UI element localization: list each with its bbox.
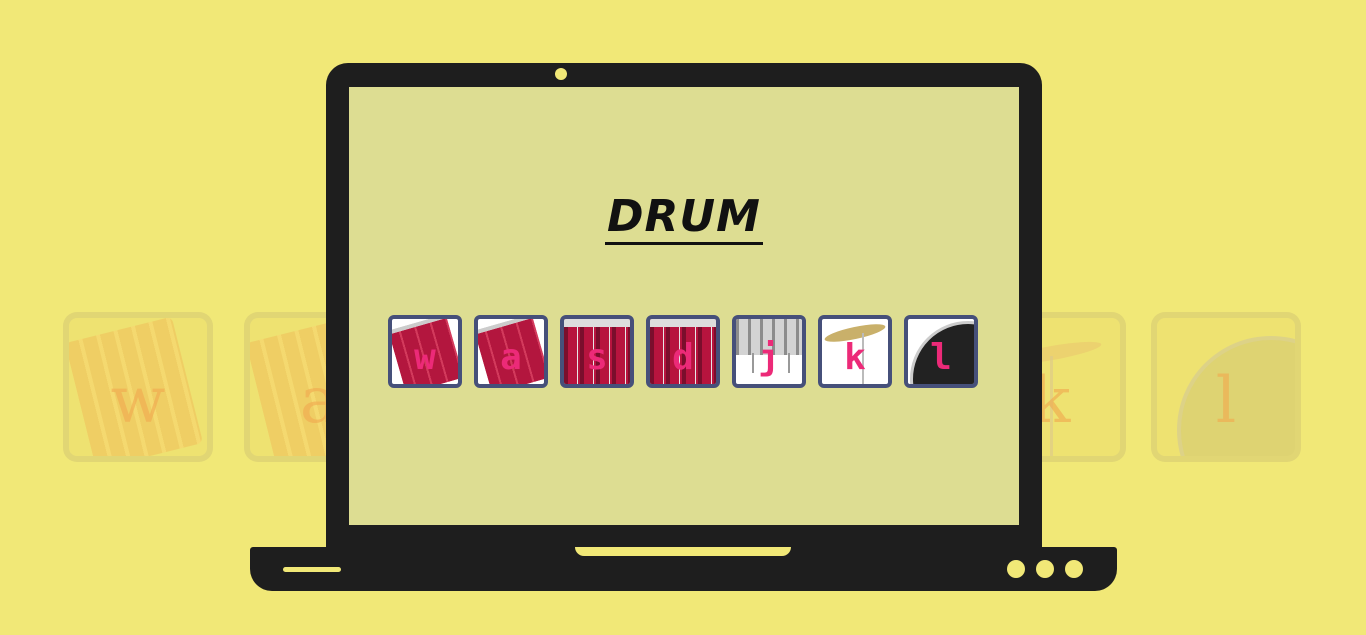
- indicator-light-icon: [1007, 560, 1025, 578]
- laptop-base-line: [283, 567, 341, 572]
- key-letter: a: [500, 337, 522, 378]
- drum-key-w[interactable]: w: [388, 315, 462, 388]
- key-letter: d: [672, 337, 694, 378]
- background-tile-l: l: [1151, 312, 1301, 462]
- key-letter: j: [758, 337, 780, 378]
- drum-key-a[interactable]: a: [474, 315, 548, 388]
- key-letter: l: [930, 337, 952, 378]
- indicator-light-icon: [1036, 560, 1054, 578]
- drum-key-j[interactable]: j: [732, 315, 806, 388]
- page-title: DRUM: [349, 191, 1019, 245]
- background-tile-letter: w: [110, 364, 166, 438]
- drum-key-s[interactable]: s: [560, 315, 634, 388]
- laptop-base: [250, 547, 1117, 591]
- drum-key-d[interactable]: d: [646, 315, 720, 388]
- key-letter: k: [844, 337, 866, 378]
- background-tile-letter: l: [1215, 364, 1237, 438]
- laptop-display: DRUM w a s d j k l: [349, 87, 1019, 525]
- drum-key-l[interactable]: l: [904, 315, 978, 388]
- title-text: DRUM: [605, 191, 763, 245]
- background-tile-w: w: [63, 312, 213, 462]
- laptop-screen-frame: DRUM w a s d j k l: [326, 63, 1042, 549]
- drum-key-k[interactable]: k: [818, 315, 892, 388]
- key-letter: w: [414, 337, 436, 378]
- key-letter: s: [586, 337, 608, 378]
- webcam-icon: [555, 68, 567, 80]
- indicator-light-icon: [1065, 560, 1083, 578]
- laptop-hinge-slot: [575, 547, 791, 556]
